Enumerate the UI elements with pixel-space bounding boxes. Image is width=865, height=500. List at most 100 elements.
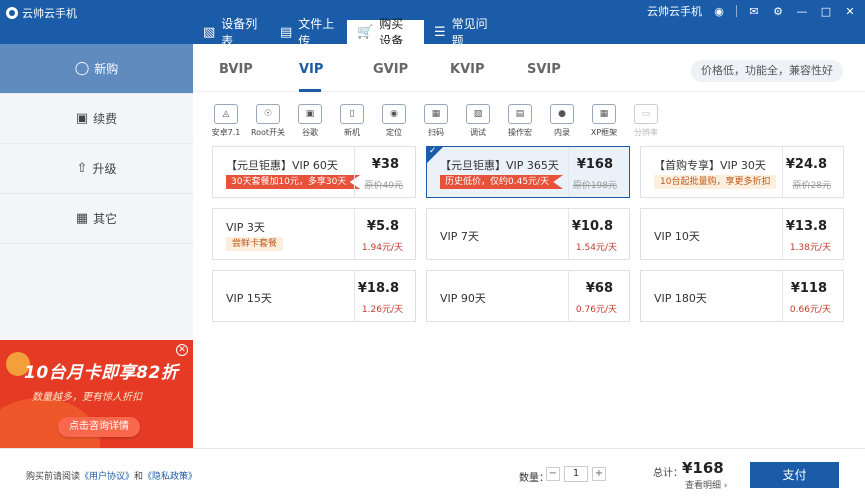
minimize-icon[interactable]: — bbox=[795, 4, 809, 18]
feature-android: ◬ 安卓7.1 bbox=[211, 104, 241, 138]
sidebar-item-label: 其它 bbox=[93, 212, 118, 226]
sidebar-item-label: 新购 bbox=[94, 62, 119, 76]
divider bbox=[568, 271, 569, 321]
record-icon: ● bbox=[550, 104, 574, 124]
sidebar-item-other[interactable]: ▦ 其它 bbox=[0, 194, 193, 244]
plan-name: VIP 180天 bbox=[654, 292, 707, 305]
quantity-input[interactable]: 1 bbox=[564, 466, 588, 482]
feature-label: 分辨率 bbox=[634, 128, 658, 137]
privacy-policy-link[interactable]: 《隐私政策》 bbox=[143, 472, 197, 482]
feature-location: ◉ 定位 bbox=[379, 104, 409, 138]
tab-faq[interactable]: ☰ 常见问题 bbox=[424, 17, 501, 48]
decrement-button[interactable]: − bbox=[546, 467, 560, 481]
divider bbox=[354, 209, 355, 259]
tab-file-upload[interactable]: ▤ 文件上传 bbox=[270, 17, 347, 48]
plan-card[interactable]: ✓ 【元旦钜惠】VIP 365天 历史低价，仅约0.45元/天 ¥168 原价1… bbox=[426, 146, 630, 198]
banner-consult-button[interactable]: 点击咨询详情 bbox=[58, 417, 140, 437]
feature-label: 定位 bbox=[386, 128, 402, 137]
sidebar-item-new[interactable]: ◯ 新购 bbox=[0, 44, 193, 94]
app-logo-icon bbox=[6, 7, 18, 19]
device-list-icon: ▧ bbox=[203, 24, 216, 40]
divider bbox=[354, 147, 355, 197]
plan-card[interactable]: VIP 10天 ¥13.8 1.38元/天 bbox=[640, 208, 844, 260]
tab-svip[interactable]: SVIP bbox=[527, 62, 561, 77]
tab-gvip[interactable]: GVIP bbox=[373, 62, 408, 77]
user-name: 云帅云手机 bbox=[647, 5, 702, 18]
plan-daily-price: 1.54元/天 bbox=[575, 243, 617, 253]
sidebar-item-renew[interactable]: ▣ 续费 bbox=[0, 94, 193, 144]
plan-name: VIP 10天 bbox=[654, 230, 700, 243]
plan-name: VIP 7天 bbox=[440, 230, 479, 243]
feature-label: 新机 bbox=[344, 128, 360, 137]
increment-button[interactable]: + bbox=[592, 467, 606, 481]
plan-name: VIP 90天 bbox=[440, 292, 486, 305]
feature-google: ▣ 谷歌 bbox=[295, 104, 325, 138]
faq-icon: ☰ bbox=[434, 24, 446, 40]
divider bbox=[354, 271, 355, 321]
banner-subtitle: 数量越多，更有惊人折扣 bbox=[32, 392, 142, 403]
plan-card[interactable]: 【元旦钜惠】VIP 60天 30天套餐加10元，多享30天 ¥38 原价40元 bbox=[212, 146, 416, 198]
feature-record: ● 内录 bbox=[547, 104, 577, 138]
resolution-icon: ▭ bbox=[634, 104, 658, 124]
sidebar: ◯ 新购 ▣ 续费 ⇧ 升级 ▦ 其它 bbox=[0, 44, 193, 340]
total-price: ¥168 bbox=[682, 459, 724, 477]
plan-card[interactable]: VIP 15天 ¥18.8 1.26元/天 bbox=[212, 270, 416, 322]
divider bbox=[782, 209, 783, 259]
plan-card[interactable]: 【首购专享】VIP 30天 10台起批量购，享更多折扣 ¥24.8 原价28元 bbox=[640, 146, 844, 198]
plan-card[interactable]: VIP 180天 ¥118 0.66元/天 bbox=[640, 270, 844, 322]
sidebar-item-upgrade[interactable]: ⇧ 升级 bbox=[0, 144, 193, 194]
plan-daily-price: 1.26元/天 bbox=[361, 305, 403, 315]
banner-close-icon[interactable]: ✕ bbox=[176, 344, 188, 356]
settings-icon[interactable]: ⚙ bbox=[771, 4, 785, 18]
plan-promo-tag: 尝鲜卡套餐 bbox=[226, 237, 284, 251]
renew-icon: ▣ bbox=[75, 111, 89, 126]
tab-bvip[interactable]: BVIP bbox=[219, 62, 253, 77]
tab-buy-device[interactable]: 🛒 购买设备 bbox=[347, 17, 424, 48]
plan-promo-tag: 30天套餐加10元，多享30天 bbox=[226, 175, 361, 189]
new-device-icon: ▯ bbox=[340, 104, 364, 124]
plan-price: ¥68 bbox=[585, 281, 613, 296]
feature-label: 谷歌 bbox=[302, 128, 318, 137]
close-icon[interactable]: ✕ bbox=[843, 4, 857, 18]
plan-daily-price: 0.66元/天 bbox=[789, 305, 831, 315]
view-details-text: 查看明细 bbox=[685, 481, 722, 491]
feature-macro: ▤ 操作宏 bbox=[505, 104, 535, 138]
maximize-icon[interactable]: □ bbox=[819, 4, 833, 18]
feature-list: ◬ 安卓7.1 ☉ Root开关 ▣ 谷歌 ▯ 新机 ◉ 定位 ▦ 扫码 ▧ 调试 ▤ 操作宏 … bbox=[211, 104, 661, 138]
feature-root: ☉ Root开关 bbox=[251, 104, 285, 138]
feature-label: 安卓7.1 bbox=[211, 128, 241, 137]
total-label: 总计： bbox=[653, 468, 683, 479]
slogan-badge: 价格低，功能全，兼容性好 bbox=[691, 60, 843, 82]
user-agreement-link[interactable]: 《用户协议》 bbox=[80, 472, 134, 482]
plan-card[interactable]: VIP 3天 尝鲜卡套餐 ¥5.8 1.94元/天 bbox=[212, 208, 416, 260]
plan-promo-tag: 历史低价，仅约0.45元/天 bbox=[440, 175, 564, 189]
plan-daily-price: 1.38元/天 bbox=[789, 243, 831, 253]
plan-name: VIP 3天 bbox=[226, 221, 265, 234]
plan-card[interactable]: VIP 90天 ¥68 0.76元/天 bbox=[426, 270, 630, 322]
plan-original-price: 原价40元 bbox=[364, 181, 403, 191]
promo-banner[interactable]: ✕ 10台月卡即享82折 数量越多，更有惊人折扣 点击咨询详情 bbox=[0, 340, 193, 448]
main-panel: BVIP VIP GVIP KVIP SVIP 价格低，功能全，兼容性好 ◬ 安卓… bbox=[193, 44, 865, 448]
plan-original-price: 原价28元 bbox=[792, 181, 831, 191]
feature-label: XP框架 bbox=[590, 128, 618, 137]
feature-label: 调试 bbox=[470, 128, 486, 137]
tab-vip[interactable]: VIP bbox=[299, 62, 323, 77]
active-tab-indicator bbox=[299, 89, 321, 92]
pay-button[interactable]: 支付 bbox=[750, 462, 839, 488]
user-icon[interactable]: ◉ bbox=[712, 4, 726, 18]
top-nav: ▧ 设备列表 ▤ 文件上传 🛒 购买设备 ☰ 常见问题 bbox=[193, 17, 501, 48]
debug-icon: ▧ bbox=[466, 104, 490, 124]
tab-device-list[interactable]: ▧ 设备列表 bbox=[193, 17, 270, 48]
view-details-link[interactable]: 查看明细 › bbox=[685, 478, 728, 491]
feature-debug: ▧ 调试 bbox=[463, 104, 493, 138]
mail-icon[interactable]: ✉ bbox=[747, 4, 761, 18]
new-purchase-icon: ◯ bbox=[74, 61, 90, 76]
feature-label: 操作宏 bbox=[508, 128, 532, 137]
sidebar-item-label: 升级 bbox=[92, 162, 117, 176]
checkout-footer: 购买前请阅读《用户协议》和《隐私政策》 数量： − 1 + 总计： ¥168 查… bbox=[0, 448, 865, 500]
plan-card[interactable]: VIP 7天 ¥10.8 1.54元/天 bbox=[426, 208, 630, 260]
plan-daily-price: 0.76元/天 bbox=[575, 305, 617, 315]
feature-xp: ▦ XP框架 bbox=[589, 104, 619, 138]
xp-icon: ▦ bbox=[592, 104, 616, 124]
tab-kvip[interactable]: KVIP bbox=[450, 62, 485, 77]
